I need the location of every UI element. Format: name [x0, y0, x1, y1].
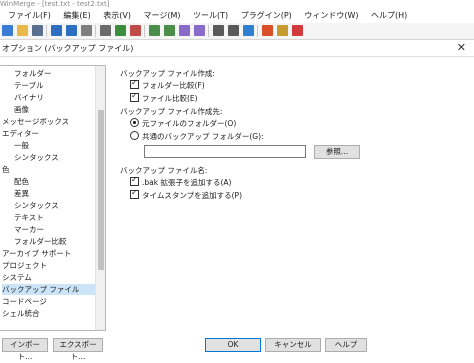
common-folder-radio[interactable]: 共通のバックアップ フォルダー(G): — [130, 131, 264, 142]
bak-extension-checkbox[interactable]: ✓ .bak 拡張子を追加する(A) — [130, 175, 232, 188]
toolbar-separator — [257, 25, 258, 37]
toolbar-separator — [144, 25, 145, 37]
checkbox-box[interactable]: ✓ — [130, 175, 139, 186]
copy-left-icon[interactable] — [228, 25, 239, 36]
original-folder-radio[interactable]: 元ファイルのフォルダー(O) — [130, 118, 236, 129]
menu-window[interactable]: ウィンドウ(W) — [304, 9, 358, 22]
check-icon: ✓ — [131, 78, 138, 87]
filter-icon[interactable] — [115, 25, 126, 36]
tree-item-shell-integration[interactable]: シェル統合 — [2, 308, 44, 319]
file-compare-checkbox[interactable]: ✓ ファイル比較(E) — [130, 91, 198, 104]
color-icon[interactable] — [292, 25, 303, 36]
common-folder-label: 共通のバックアップ フォルダー(G): — [142, 132, 264, 141]
toolbar — [0, 23, 474, 40]
tree-item-color-scheme[interactable]: 配色 — [14, 176, 33, 187]
copy-right-icon[interactable] — [213, 25, 224, 36]
redo-icon[interactable] — [66, 25, 77, 36]
tree-item-marker[interactable]: マーカー — [14, 224, 48, 235]
checkbox-box[interactable]: ✓ — [130, 91, 139, 102]
print-icon[interactable] — [81, 25, 92, 36]
tree-scrollbar[interactable] — [95, 66, 105, 330]
save-icon[interactable] — [32, 25, 43, 36]
menu-bar: ファイル(F) 編集(E) 表示(V) マージ(M) ツール(T) プラグイン(… — [0, 9, 474, 22]
original-folder-label: 元ファイルのフォルダー(O) — [142, 119, 237, 128]
open-icon[interactable] — [17, 25, 28, 36]
tree-item-message-box[interactable]: メッセージボックス — [2, 116, 73, 127]
last-diff-icon[interactable] — [194, 25, 205, 36]
dialog-title: オプション (バックアップ ファイル) — [2, 44, 134, 53]
prev-diff-icon[interactable] — [164, 25, 175, 36]
tree-item-general[interactable]: 一般 — [14, 140, 33, 151]
radio-dot — [133, 121, 136, 124]
dialog-titlebar: オプション (バックアップ ファイル) ✕ — [0, 40, 474, 57]
check-icon: ✓ — [131, 175, 138, 184]
tree-item-text[interactable]: テキスト — [14, 212, 48, 223]
first-diff-icon[interactable] — [179, 25, 190, 36]
tree-item-folder[interactable]: フォルダー — [14, 68, 56, 79]
browse-button[interactable]: 参照... — [314, 145, 360, 159]
menu-plugins[interactable]: プラグイン(P) — [241, 9, 292, 22]
tree-item-codepage[interactable]: コードページ — [2, 296, 51, 307]
next-diff-icon[interactable] — [149, 25, 160, 36]
tree-item-project[interactable]: プロジェクト — [2, 260, 51, 271]
timestamp-label: タイムスタンプを追加する(P) — [142, 191, 242, 200]
tree-item-image[interactable]: 画像 — [14, 104, 33, 115]
bak-extension-label: .bak 拡張子を追加する(A) — [142, 178, 232, 187]
folder-compare-label: フォルダー比較(F) — [142, 81, 205, 90]
toolbar-separator — [95, 25, 96, 37]
tree-item-syntax[interactable]: シンタックス — [14, 152, 63, 163]
move-icon[interactable] — [277, 25, 288, 36]
radio-circle[interactable] — [130, 131, 139, 140]
tree-item-binary[interactable]: バイナリ — [14, 92, 48, 103]
checkbox-box[interactable]: ✓ — [130, 78, 139, 89]
category-tree[interactable]: フォルダー テーブル バイナリ 画像 メッセージボックス エディター 一般 シン… — [0, 65, 106, 331]
tree-scrollbar-thumb[interactable] — [98, 110, 104, 270]
menu-file[interactable]: ファイル(F) — [8, 9, 51, 22]
tree-item-differences[interactable]: 差異 — [14, 188, 33, 199]
menu-merge[interactable]: マージ(M) — [144, 9, 181, 22]
check-icon: ✓ — [131, 188, 138, 197]
menu-help[interactable]: ヘルプ(H) — [371, 9, 407, 22]
backup-folder-input[interactable] — [144, 145, 306, 158]
menu-view[interactable]: 表示(V) — [103, 9, 131, 22]
merge-icon[interactable] — [243, 25, 254, 36]
folder-compare-checkbox[interactable]: ✓ フォルダー比較(F) — [130, 78, 205, 91]
check-icon: ✓ — [131, 91, 138, 100]
toolbar-separator — [208, 25, 209, 37]
file-compare-label: ファイル比較(E) — [142, 94, 198, 103]
tree-item-editor[interactable]: エディター — [2, 128, 43, 139]
tree-item-table[interactable]: テーブル — [14, 80, 48, 91]
tree-item-colors[interactable]: 色 — [2, 164, 14, 175]
close-icon[interactable]: ✕ — [457, 41, 466, 54]
undo-icon[interactable] — [51, 25, 62, 36]
new-icon[interactable] — [2, 25, 13, 36]
compare-icon[interactable] — [130, 25, 141, 36]
radio-circle[interactable] — [130, 118, 139, 127]
menu-tools[interactable]: ツール(T) — [193, 9, 228, 22]
checkbox-box[interactable]: ✓ — [130, 188, 139, 199]
window-title: WinMerge - [test.txt - test2.txt] — [0, 0, 474, 8]
options-icon[interactable] — [100, 25, 111, 36]
tree-item-archive-support[interactable]: アーカイブ サポート — [2, 248, 75, 259]
toolbar-separator — [46, 25, 47, 37]
tree-item-system[interactable]: システム — [2, 272, 36, 283]
tree-item-folder-compare[interactable]: フォルダー比較 — [14, 236, 71, 247]
tree-item-syntax-colors[interactable]: シンタックス — [14, 200, 63, 211]
backup-location-heading: バックアップ ファイル作成先: — [120, 107, 223, 116]
refresh-icon[interactable] — [262, 25, 273, 36]
menu-edit[interactable]: 編集(E) — [63, 9, 90, 22]
dialog-footer: インポート... エクスポート... OK キャンセル ヘルプ — [0, 333, 474, 361]
timestamp-checkbox[interactable]: ✓ タイムスタンプを追加する(P) — [130, 188, 242, 201]
tree-item-backup-files[interactable]: バックアップ ファイル — [2, 284, 95, 295]
